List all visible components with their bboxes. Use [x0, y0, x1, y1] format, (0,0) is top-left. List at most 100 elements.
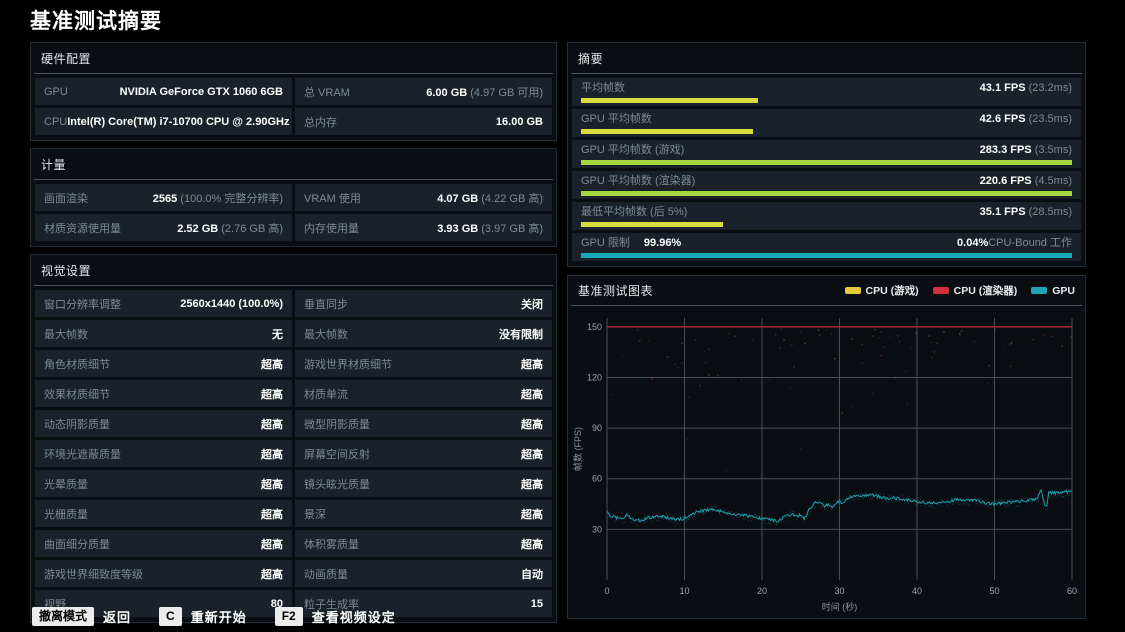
gpu-fuzz-dot [614, 520, 616, 522]
summary-row-text: GPU 平均帧数 (游戏) 283.3 FPS (3.5ms) [581, 143, 1072, 157]
gpu-fuzz-dot [820, 505, 823, 507]
visual-setting-row-value: 超高 [261, 568, 283, 581]
hardware-row-extra: (4.97 GB 可用) [467, 86, 543, 99]
gpu-fuzz-dot [938, 505, 940, 507]
left-column: 硬件配置 GPU NVIDIA GeForce GTX 1060 6GB 总 VRA… [30, 42, 557, 623]
gpu-fuzz-dot [676, 523, 678, 525]
summary-row-bar-fill [581, 253, 1072, 258]
footer-key-badge[interactable]: F2 [274, 607, 303, 626]
summary-row-bar-track [581, 253, 1072, 258]
cpu-scatter-dot [897, 335, 899, 337]
summary-row: GPU 平均帧数 (渲染器) 220.6 FPS (4.5ms) [572, 171, 1081, 199]
gpu-fuzz-dot [1020, 497, 1023, 499]
footer-keybind[interactable]: 撤离模式 返回 [32, 607, 131, 626]
summary-panel-title: 摘要 [571, 43, 1082, 74]
cpu-scatter-dot [1061, 345, 1063, 347]
visual-setting-row-label: 景深 [304, 508, 326, 521]
gpu-fuzz-dot [724, 509, 726, 511]
hardware-row-label: 总内存 [304, 116, 337, 129]
cpu-scatter-dot [779, 347, 781, 349]
cpu-scatter-dot [959, 333, 961, 336]
gpu-fuzz-dot [760, 514, 762, 516]
summary-row-label: GPU 限制 99.96% [581, 237, 682, 249]
visual-setting-row-cell: 最大帧数 无 [35, 320, 292, 347]
cpu-scatter-dot [1011, 342, 1013, 344]
cpu-scatter-dot [800, 330, 802, 333]
visual-setting-row-value: 无 [272, 328, 283, 341]
cpu-scatter-dot [727, 332, 730, 335]
gpu-fuzz-dot [882, 493, 885, 495]
cpu-scatter-dot [928, 335, 930, 337]
cpu-scatter-dot [880, 354, 882, 357]
footer-keybind[interactable]: F2 查看视频设定 [274, 607, 396, 626]
visual-setting-row-value: 2560x1440 (100.0%) [180, 297, 283, 310]
gpu-fuzz-dot [1030, 501, 1032, 504]
gpu-fuzz-dot [1017, 505, 1019, 507]
cpu-scatter-dot [741, 379, 743, 382]
gpu-fuzz-dot [1037, 500, 1040, 502]
summary-row-text: GPU 平均帧数 (渲染器) 220.6 FPS (4.5ms) [581, 174, 1072, 188]
gpu-fuzz-dot [686, 520, 688, 522]
gpu-fuzz-dot [941, 505, 943, 507]
visual-setting-row-label: 角色材质细节 [44, 358, 110, 371]
metric-row-extra: (4.22 GB 高) [478, 192, 543, 205]
gpu-fuzz-dot [1044, 499, 1046, 502]
cpu-scatter-dot [883, 346, 886, 348]
benchmark-summary-page: 基准测试摘要 硬件配置 GPU NVIDIA GeForce GTX 1060 6… [0, 0, 1125, 632]
gpu-fuzz-dot [1025, 497, 1027, 499]
summary-row: 平均帧数 43.1 FPS (23.2ms) [572, 78, 1081, 106]
footer-key-badge[interactable]: C [159, 607, 182, 626]
hardware-row-value: Intel(R) Core(TM) i7-10700 CPU @ 2.90GHz [67, 115, 290, 128]
gpu-fuzz-dot [910, 498, 912, 501]
gpu-fuzz-dot [695, 509, 697, 511]
gpu-fuzz-dot [763, 519, 765, 522]
gpu-fuzz-dot [948, 500, 950, 502]
visual-setting-row-label: 屏幕空间反射 [304, 448, 370, 461]
gpu-fuzz-dot [999, 499, 1001, 501]
gpu-fuzz-dot [1058, 495, 1060, 497]
gpu-fuzz-dot [872, 496, 874, 499]
gpu-fuzz-dot [737, 517, 739, 519]
visual-settings-panel: 视觉设置 窗口分辨率调整 2560x1440 (100.0%) 垂直同步 关闭 最大帧数… [30, 254, 557, 623]
cpu-scatter-dot [768, 379, 771, 381]
cpu-scatter-dot [871, 335, 874, 337]
chart-xtick: 10 [679, 586, 689, 596]
gpu-fuzz-dot [830, 508, 832, 510]
gpu-fuzz-dot [622, 522, 624, 524]
gpu-fuzz-dot [890, 499, 892, 501]
cpu-scatter-dot [699, 384, 701, 387]
visual-setting-row-cell: 动画质量 自动 [295, 560, 552, 587]
gpu-fuzz-dot [608, 516, 610, 518]
hardware-row-label: CPU [44, 115, 68, 128]
gpu-fuzz-dot [932, 504, 934, 507]
gpu-fuzz-dot [966, 502, 968, 504]
gpu-fuzz-dot [769, 523, 771, 525]
summary-row-bar-track [581, 222, 1072, 227]
gpu-fuzz-dot [918, 500, 920, 502]
cpu-scatter-dot [871, 392, 874, 395]
footer-key-label: 返回 [103, 610, 132, 625]
gpu-fuzz-dot [793, 510, 795, 512]
gpu-fuzz-dot [791, 510, 793, 512]
summary-row-extra: CPU-Bound 工作 [988, 237, 1072, 249]
gpu-fuzz-dot [963, 503, 965, 505]
gpu-fuzz-dot [689, 516, 691, 518]
visual-setting-row-cell: 环境光遮蔽质量 超高 [35, 440, 292, 467]
gpu-fuzz-dot [979, 503, 981, 505]
gpu-fuzz-dot [828, 507, 830, 509]
footer-keybind[interactable]: C 重新开始 [159, 607, 247, 626]
cpu-scatter-dot [898, 341, 901, 343]
summary-panel: 摘要 平均帧数 43.1 FPS (23.2ms) GPU 平均帧数 42.6 FPS… [567, 42, 1086, 267]
gpu-fuzz-dot [1048, 496, 1050, 498]
gpu-fuzz-dot [850, 499, 852, 501]
cpu-scatter-dot [612, 394, 614, 396]
cpu-scatter-dot [686, 437, 688, 440]
summary-row: GPU 限制 99.96% 0.04%CPU-Bound 工作 [572, 233, 1081, 261]
cpu-scatter-dot [760, 350, 763, 353]
visual-setting-row-cell: 游戏世界细致度等级 超高 [35, 560, 292, 587]
visual-setting-row-value: 超高 [521, 448, 543, 461]
gpu-fuzz-dot [748, 520, 750, 522]
gpu-fuzz-dot [777, 519, 779, 521]
cpu-scatter-dot [943, 331, 945, 333]
footer-key-badge[interactable]: 撤离模式 [32, 607, 95, 626]
